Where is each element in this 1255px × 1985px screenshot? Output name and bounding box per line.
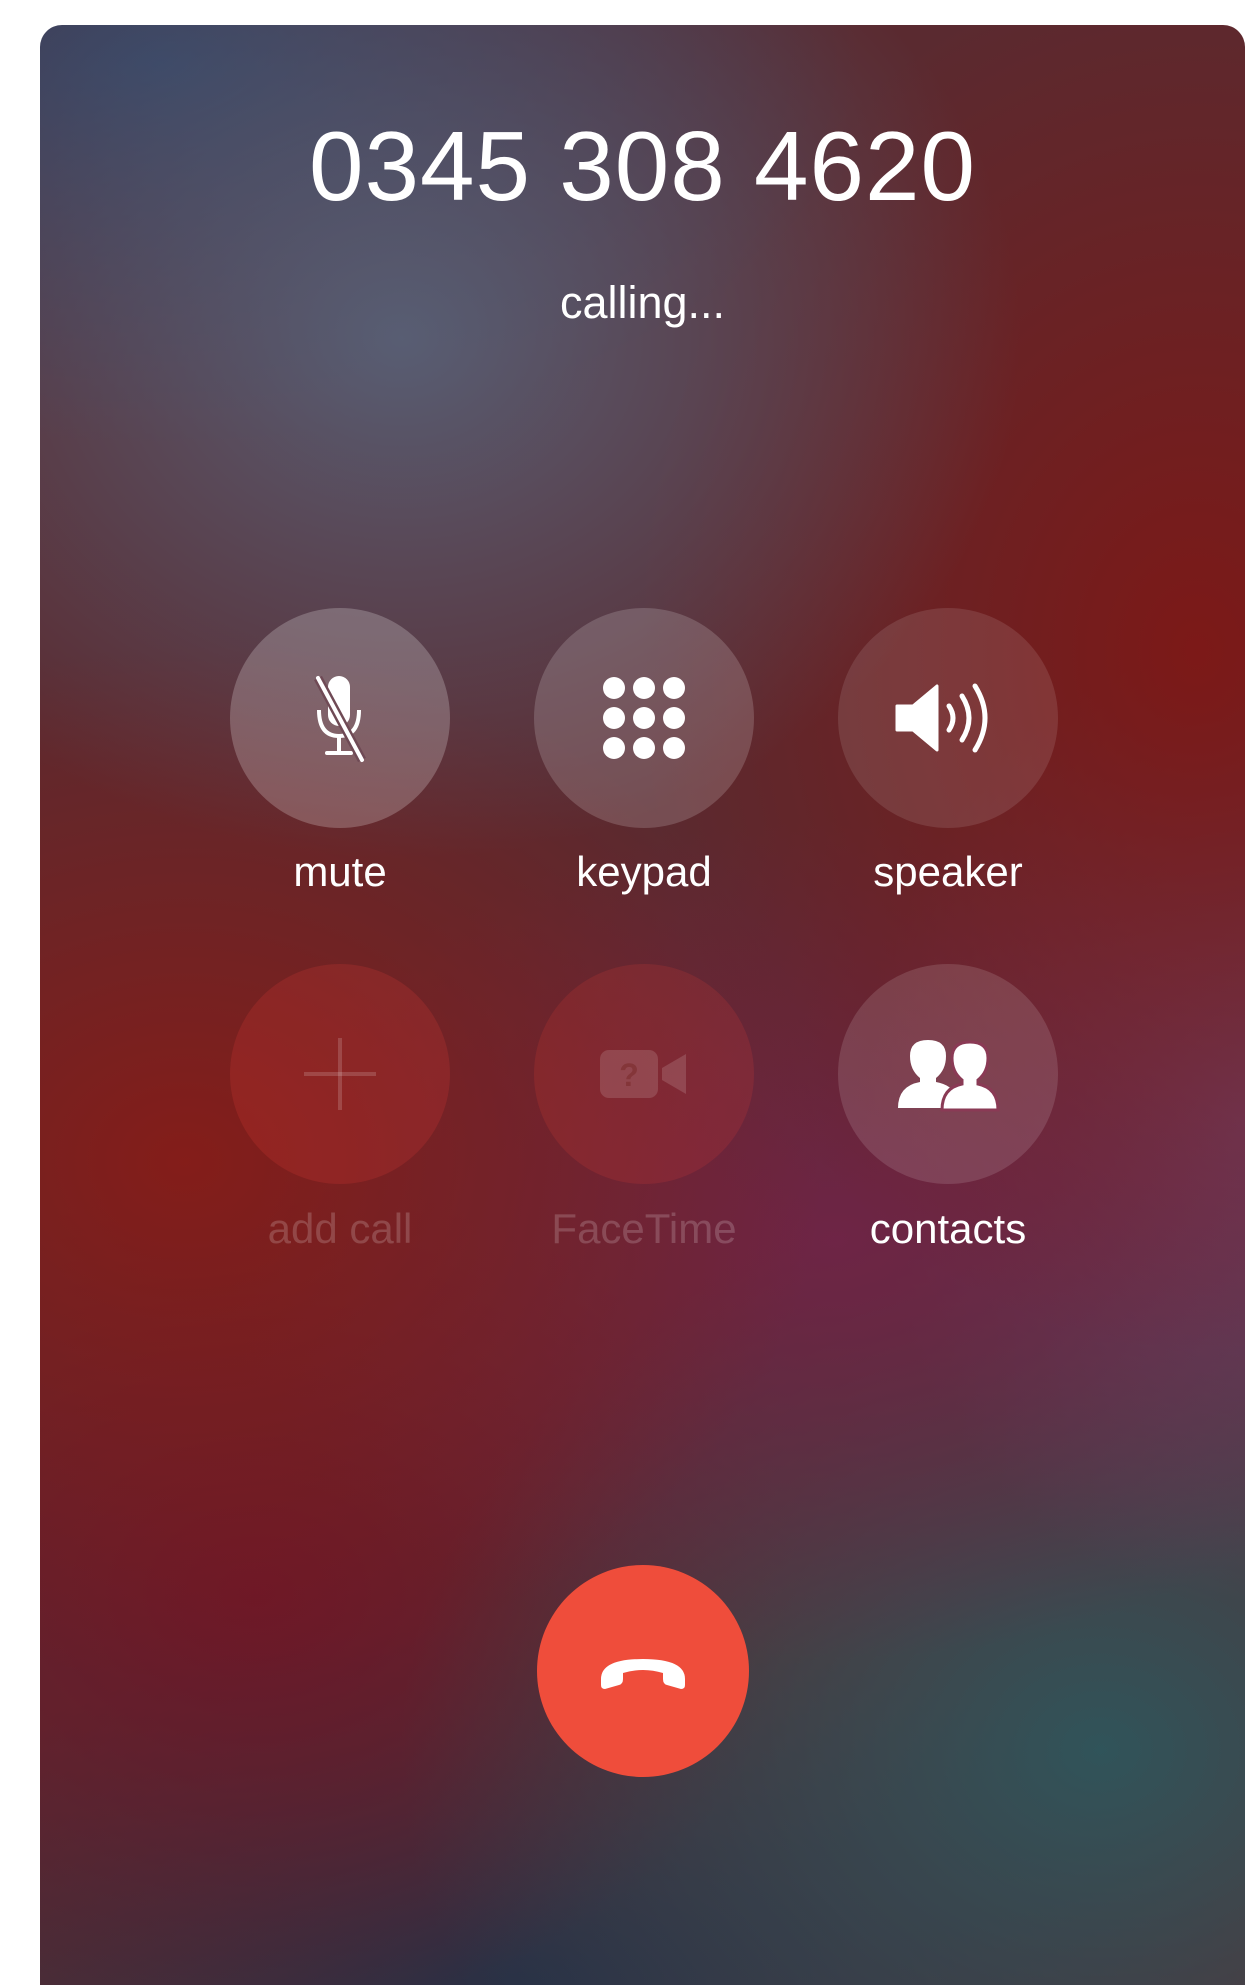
speaker-button[interactable] — [838, 608, 1058, 828]
phone-number: 0345 308 4620 — [309, 111, 976, 221]
facetime-label: FaceTime — [551, 1205, 737, 1252]
facetime-button[interactable]: ? — [534, 964, 754, 1184]
keypad-button[interactable] — [534, 608, 754, 828]
end-call-icon — [601, 1659, 685, 1689]
mute-button[interactable] — [230, 608, 450, 828]
contacts-button[interactable] — [838, 964, 1058, 1184]
contacts-icon — [898, 1040, 1000, 1112]
facetime-icon: ? — [600, 1050, 686, 1098]
keypad-label: keypad — [576, 848, 712, 895]
call-screen: 0345 308 4620 calling... mute keypad spe… — [40, 25, 1245, 1985]
keypad-icon — [603, 677, 685, 759]
call-status: calling... — [559, 277, 726, 328]
add-call-button[interactable] — [230, 964, 450, 1184]
add-call-label: add call — [267, 1205, 413, 1252]
end-call-button[interactable] — [537, 1565, 749, 1777]
svg-text:?: ? — [619, 1057, 639, 1093]
mute-label: mute — [293, 848, 387, 895]
speaker-label: speaker — [873, 848, 1023, 895]
plus-icon — [304, 1038, 376, 1110]
contacts-label: contacts — [869, 1205, 1027, 1252]
mic-off-icon — [314, 675, 366, 763]
speaker-icon — [895, 683, 988, 753]
